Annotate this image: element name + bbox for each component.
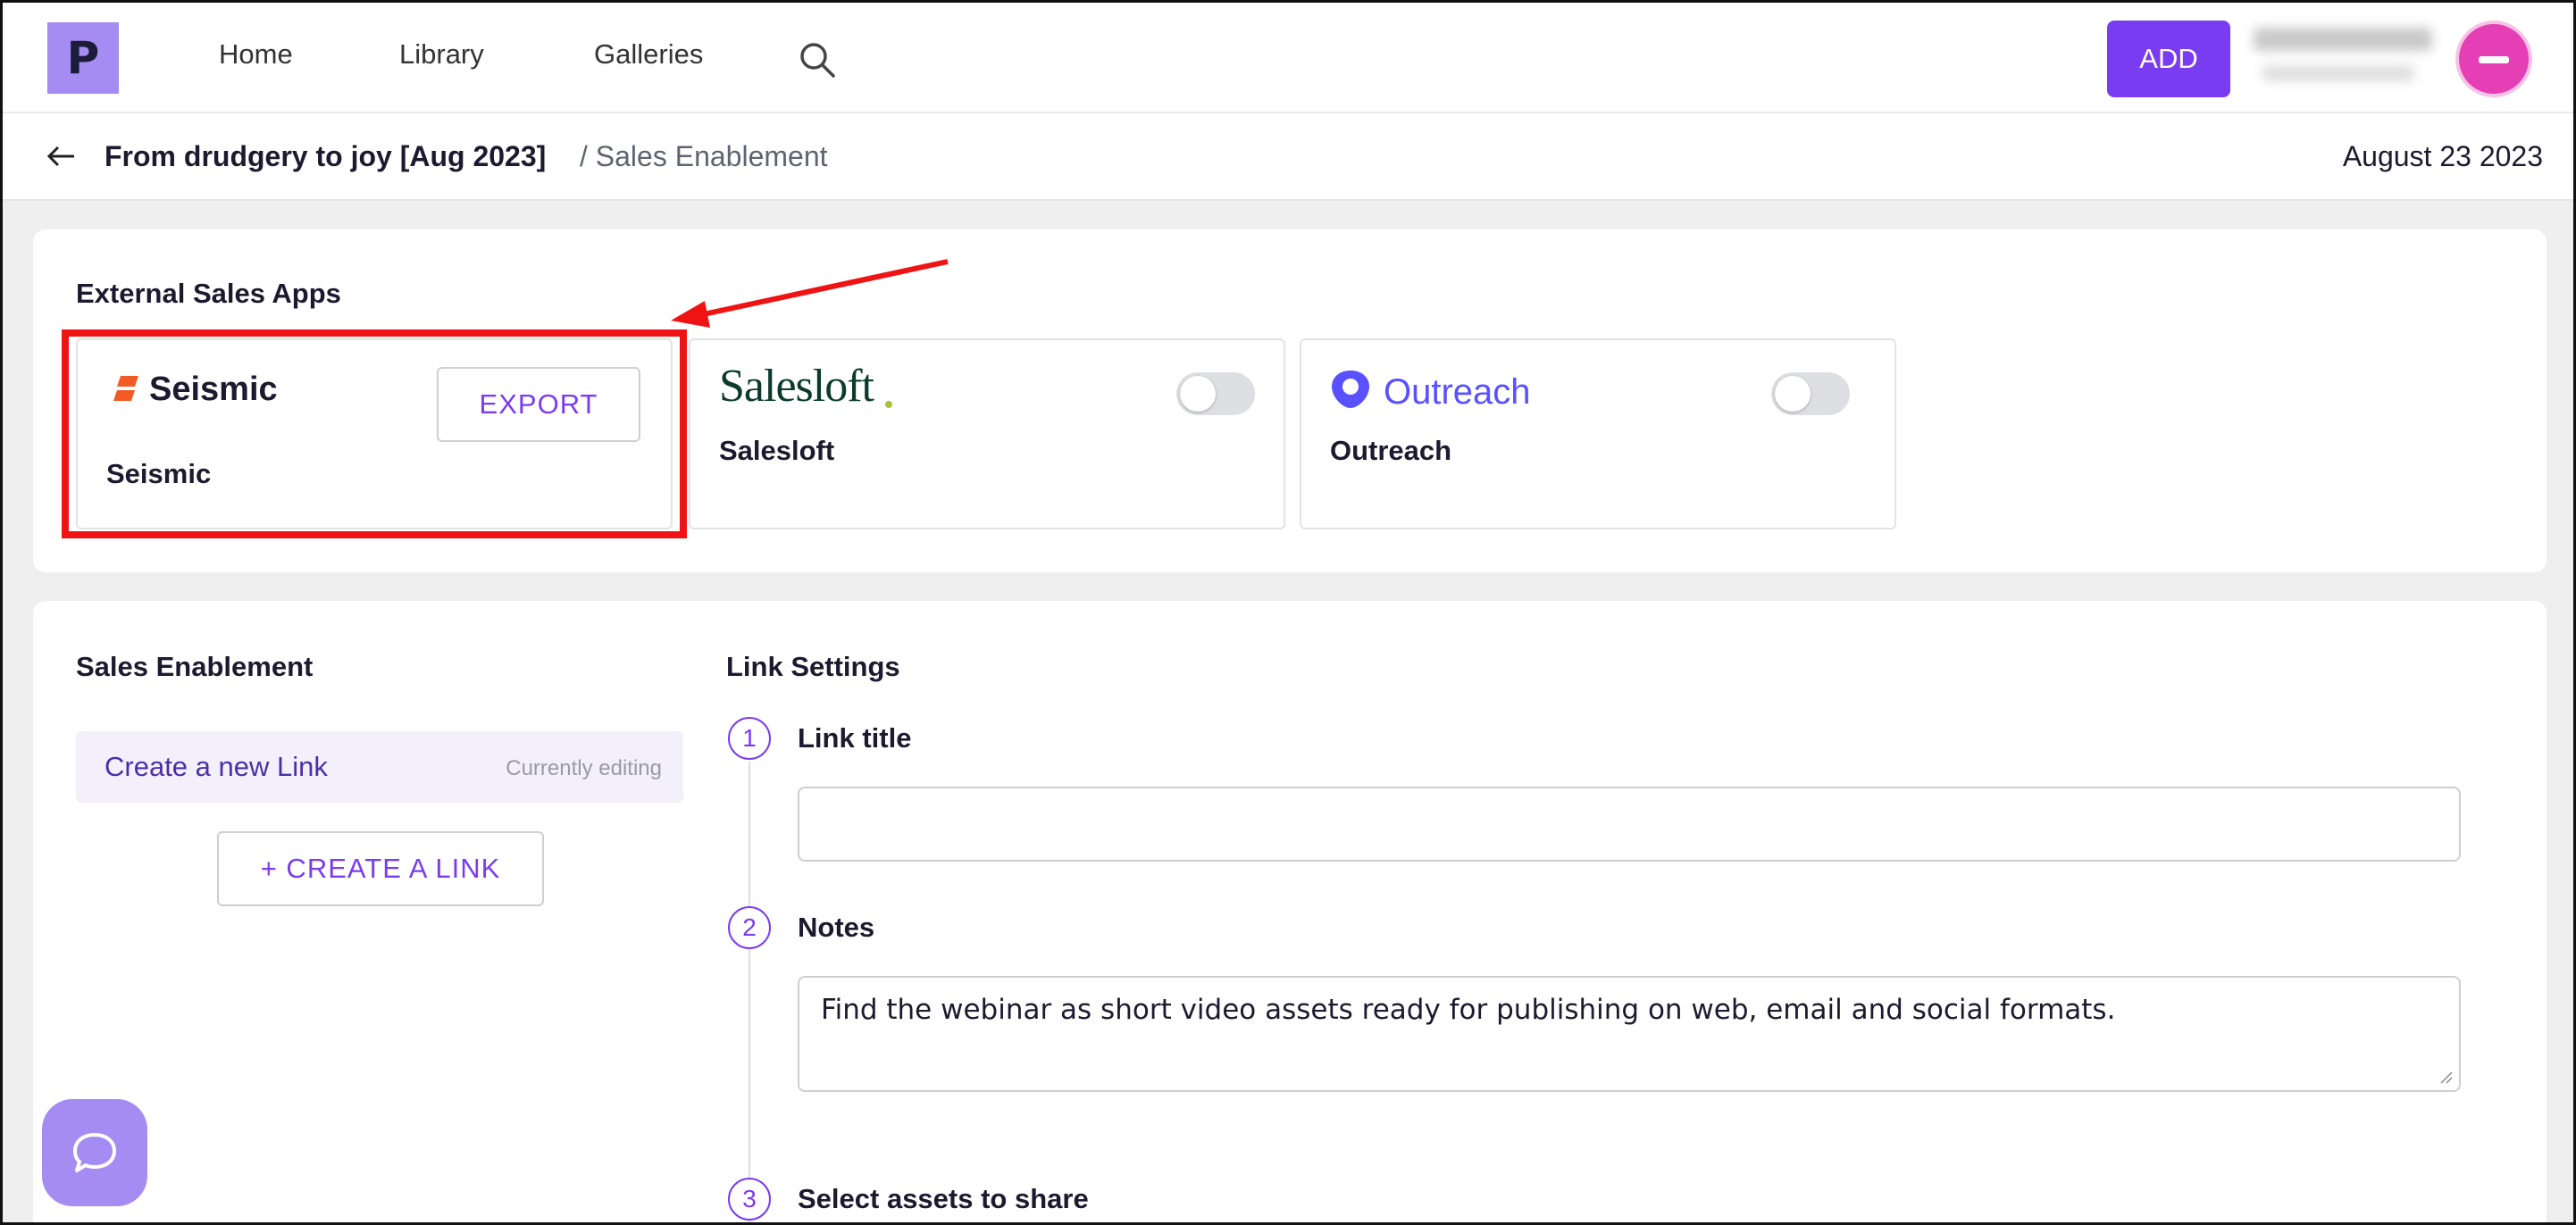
app-name-salesloft: Salesloft — [719, 435, 835, 466]
nav-galleries[interactable]: Galleries — [594, 38, 703, 71]
breadcrumb: From drudgery to joy [Aug 2023] / Sales … — [3, 113, 2573, 201]
step-number-1: 1 — [728, 717, 771, 760]
top-nav: P Home Library Galleries ADD — [3, 3, 2573, 113]
app-card-salesloft: Salesloft Salesloft — [689, 338, 1285, 529]
sales-enablement-panel: Sales Enablement Create a new Link Curre… — [33, 601, 2547, 1222]
avatar[interactable] — [2455, 21, 2532, 97]
app-name-outreach: Outreach — [1330, 435, 1452, 466]
create-link-button[interactable]: + CREATE A LINK — [217, 831, 544, 906]
salesloft-toggle[interactable] — [1176, 372, 1255, 415]
outreach-toggle[interactable] — [1771, 372, 1850, 415]
step-label-notes: Notes — [798, 912, 875, 943]
app-logo[interactable]: P — [47, 22, 119, 94]
list-item-new-link[interactable]: Create a new Link Currently editing — [76, 731, 683, 803]
section-title-enablement: Sales Enablement — [76, 651, 314, 682]
outreach-logo-icon — [1332, 371, 1369, 408]
link-item-label: Create a new Link — [105, 751, 328, 782]
salesloft-logo-text: Salesloft — [719, 361, 874, 412]
chat-button[interactable] — [42, 1099, 147, 1206]
step-label-title: Link title — [798, 722, 912, 754]
highlight-box — [62, 329, 687, 538]
add-button[interactable]: ADD — [2107, 21, 2230, 97]
step-number-2: 2 — [728, 906, 771, 949]
notes-text: Find the webinar as short video assets r… — [821, 994, 2116, 1026]
arrow-left-icon[interactable] — [46, 140, 78, 172]
step-number-3: 3 — [728, 1178, 771, 1221]
chat-bubble-icon — [73, 1133, 116, 1172]
nav-library[interactable]: Library — [399, 38, 484, 71]
section-title-settings: Link Settings — [726, 651, 900, 682]
app-logo-letter: P — [66, 32, 100, 84]
link-title-input[interactable] — [798, 787, 2461, 862]
breadcrumb-project[interactable]: From drudgery to joy [Aug 2023] — [105, 140, 546, 173]
user-name-blurred — [2254, 22, 2441, 94]
app-card-outreach: Outreach Outreach — [1300, 338, 1896, 529]
nav-home[interactable]: Home — [219, 38, 293, 71]
link-item-status: Currently editing — [506, 756, 662, 780]
step-connector — [749, 762, 750, 1222]
breadcrumb-current: / Sales Enablement — [580, 140, 828, 172]
page-date: August 23 2023 — [2342, 140, 2543, 172]
salesloft-logo-dot — [885, 401, 892, 408]
app-window: P Home Library Galleries ADD From drudge… — [0, 0, 2576, 1225]
search-icon[interactable] — [798, 40, 837, 79]
outreach-logo-text: Outreach — [1384, 372, 1531, 412]
notes-textarea[interactable]: Find the webinar as short video assets r… — [798, 976, 2461, 1092]
section-title-apps: External Sales Apps — [76, 278, 341, 309]
step-label-assets: Select assets to share — [798, 1183, 1089, 1214]
resize-grip-icon[interactable] — [2439, 1071, 2454, 1085]
